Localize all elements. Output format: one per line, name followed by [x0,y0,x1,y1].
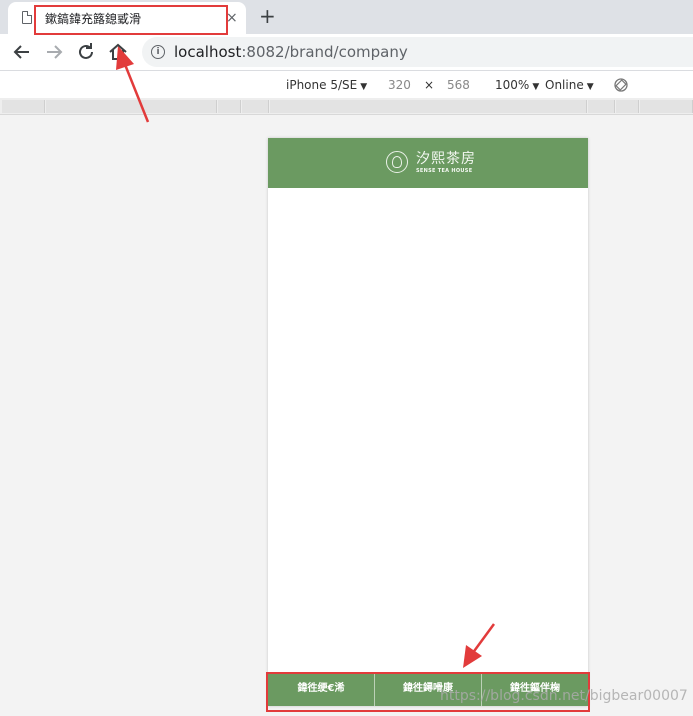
arrow-icon [463,623,496,668]
arrow-icon [116,46,150,123]
watermark: https://blog.csdn.net/bigbear00007 [440,688,688,704]
annotation-arrows [116,46,496,668]
